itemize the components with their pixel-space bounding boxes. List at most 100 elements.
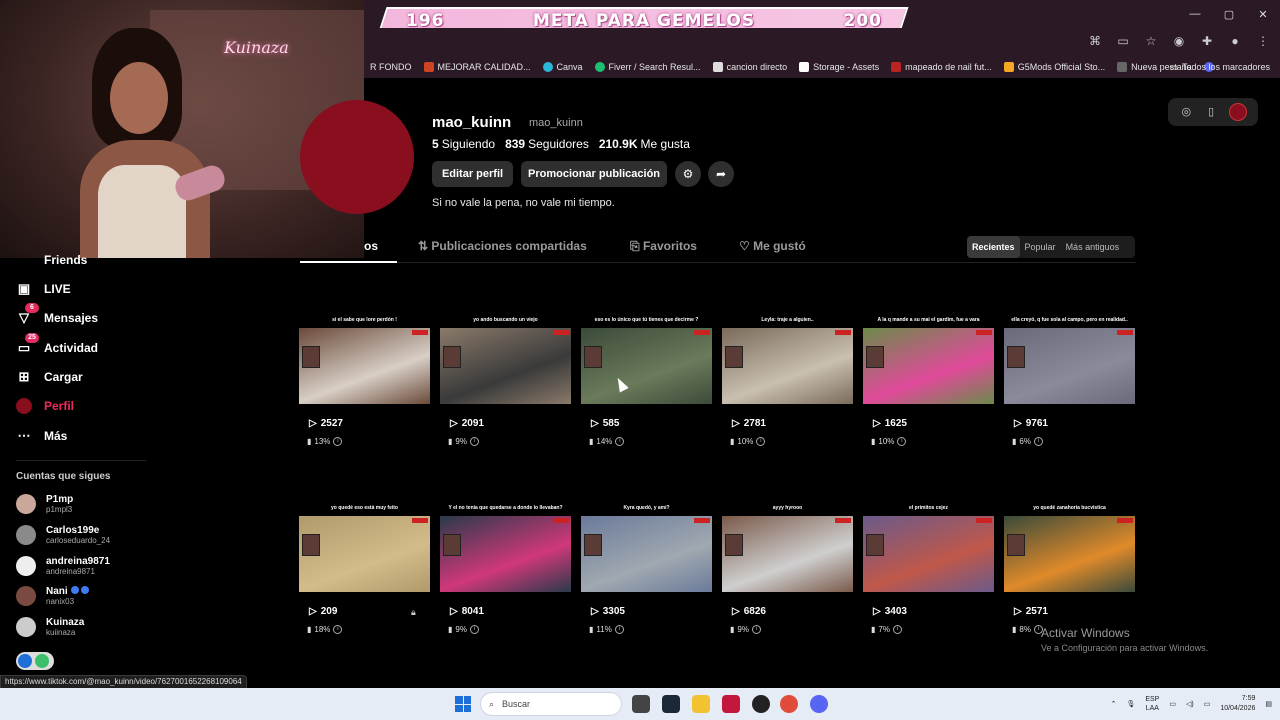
following-stat[interactable]: 5 Siguiendo [432, 137, 495, 151]
video-thumbnail[interactable] [299, 516, 430, 592]
video-thumbnail[interactable] [299, 328, 430, 404]
account-avatar[interactable] [1228, 103, 1247, 121]
sidebar-item-profile[interactable]: Perfil [16, 398, 74, 414]
app-icon[interactable] [752, 695, 770, 713]
video-card[interactable]: ▷ 2571 ▮ 8% i [1004, 516, 1135, 634]
edit-profile-button[interactable]: Editar perfil [432, 161, 513, 187]
video-thumbnail[interactable] [581, 516, 712, 592]
info-icon[interactable]: i [892, 625, 902, 634]
sidebar-item-upload[interactable]: ⊞ Cargar [16, 369, 83, 385]
bookmark-item[interactable]: R FONDO [364, 62, 418, 72]
video-card[interactable]: ▷ 2527 ▮ 13% i [299, 328, 430, 446]
following-account[interactable]: andreina9871 andreina9871 [16, 556, 110, 576]
chevron-up-icon[interactable]: ⌃ [1111, 700, 1117, 708]
tab-videos[interactable]: os [364, 239, 378, 253]
windows-start-icon[interactable] [455, 696, 471, 712]
clock[interactable]: 7:59 10/04/2026 [1220, 694, 1255, 714]
following-account[interactable]: Nani nanix03 [16, 586, 89, 606]
extension-icon[interactable]: ◉ [1172, 34, 1186, 48]
task-view-icon[interactable] [632, 695, 650, 713]
video-thumbnail[interactable] [440, 516, 571, 592]
info-icon[interactable]: i [469, 625, 479, 634]
minimize-button[interactable]: — [1178, 0, 1212, 28]
bookmark-item[interactable]: Fiverr / Search Resul... [589, 62, 707, 72]
tab-liked[interactable]: ♡ Me gustó [739, 239, 806, 253]
info-icon[interactable]: i [614, 625, 624, 634]
cast-icon[interactable]: ▭ [1116, 34, 1130, 48]
discord-icon[interactable] [810, 695, 828, 713]
language-indicator[interactable]: ESP LAA [1145, 695, 1159, 713]
following-account[interactable]: Kuinaza kuiinaza [16, 617, 84, 637]
settings-icon[interactable]: ⚙ [675, 161, 701, 187]
sidebar-item-live[interactable]: ▣ LIVE [16, 281, 71, 297]
compass-icon[interactable]: ◎ [1179, 105, 1193, 119]
info-icon[interactable]: i [615, 437, 625, 446]
info-icon[interactable]: i [751, 625, 761, 634]
video-thumbnail[interactable] [722, 328, 853, 404]
bookmark-item[interactable]: MEJORAR CALIDAD... [418, 62, 537, 72]
info-icon[interactable]: i [333, 437, 343, 446]
video-card[interactable]: ▷ 1625 ▮ 10% i [863, 328, 994, 446]
sort-recent[interactable]: Recientes [967, 236, 1020, 258]
following-account[interactable]: Carlos199e carloseduardo_24 [16, 525, 110, 545]
video-thumbnail[interactable] [440, 328, 571, 404]
file-explorer-icon[interactable] [692, 695, 710, 713]
bookmark-item[interactable]: cancion directo [707, 62, 794, 72]
profile-icon[interactable]: ● [1228, 34, 1242, 48]
sidebar-item-messages[interactable]: ▽ 6 Mensajes [16, 303, 98, 326]
bookmark-item[interactable]: Canva [537, 62, 589, 72]
chrome-icon[interactable] [780, 695, 798, 713]
phone-icon[interactable]: ▯ [1204, 105, 1218, 119]
sort-popular[interactable]: Popular [1020, 236, 1061, 258]
mic-icon[interactable]: 🎙 [1126, 700, 1135, 708]
translate-icon[interactable]: ⌘ [1088, 34, 1102, 48]
all-bookmarks[interactable]: ▭ Todos los marcadores [1169, 56, 1270, 78]
info-icon[interactable]: i [897, 437, 907, 446]
menu-icon[interactable]: ⋮ [1256, 34, 1270, 48]
tab-favorites[interactable]: ⎘ Favoritos [630, 239, 697, 254]
video-thumbnail[interactable] [581, 328, 712, 404]
video-thumbnail[interactable] [863, 328, 994, 404]
notification-icon[interactable]: ▤ [1265, 700, 1272, 708]
bookmark-item[interactable]: G5Mods Official Sto... [998, 62, 1111, 72]
promote-post-button[interactable]: Promocionar publicación [521, 161, 667, 187]
video-card[interactable]: ▷ 2781 ▮ 10% i [722, 328, 853, 446]
star-icon[interactable]: ☆ [1144, 34, 1158, 48]
sidebar-item-more[interactable]: ⋯ Más [16, 428, 68, 444]
bookmark-item[interactable]: mapeado de nail fut... [885, 62, 998, 72]
app-toggle[interactable] [16, 652, 54, 670]
sort-oldest[interactable]: Más antiguos [1061, 236, 1125, 258]
share-icon[interactable]: ➦ [708, 161, 734, 187]
info-icon[interactable]: i [756, 437, 766, 446]
followers-stat[interactable]: 839 Seguidores [505, 137, 589, 151]
video-card[interactable]: ▷ 3305 ▮ 11% i [581, 516, 712, 634]
maximize-button[interactable]: ▢ [1212, 0, 1246, 28]
video-card[interactable]: ▷ 585 ▮ 14% i [581, 328, 712, 446]
adobe-icon[interactable] [722, 695, 740, 713]
tab-reposts[interactable]: ⇅ Publicaciones compartidas [418, 239, 587, 253]
battery-icon[interactable]: ▭ [1204, 700, 1211, 708]
video-card[interactable]: ▷ 3403 ▮ 7% i [863, 516, 994, 634]
video-card[interactable]: ▷ 6826 ▮ 9% i [722, 516, 853, 634]
video-thumbnail[interactable] [863, 516, 994, 592]
following-account[interactable]: P1mp p1mpl3 [16, 494, 73, 514]
video-thumbnail[interactable] [1004, 328, 1135, 404]
sidebar-item-friends[interactable]: Friends [16, 252, 87, 268]
info-icon[interactable]: i [333, 625, 343, 634]
puzzle-icon[interactable]: ✚ [1200, 34, 1214, 48]
video-thumbnail[interactable] [1004, 516, 1135, 592]
profile-avatar[interactable] [300, 100, 414, 214]
taskbar-search[interactable]: ⌕ Buscar [480, 692, 622, 716]
bookmark-item[interactable]: Storage - Assets [793, 62, 885, 72]
steam-icon[interactable] [662, 695, 680, 713]
sidebar-item-activity[interactable]: ▭ 25 Actividad [16, 333, 98, 356]
video-card[interactable]: ▷ 209 ▮ 18% i 🔒︎ [299, 516, 430, 634]
info-icon[interactable]: i [1033, 437, 1043, 446]
volume-icon[interactable]: ◁) [1186, 700, 1194, 708]
close-button[interactable]: ✕ [1246, 0, 1280, 28]
video-thumbnail[interactable] [722, 516, 853, 592]
info-icon[interactable]: i [469, 437, 479, 446]
video-card[interactable]: ▷ 9761 ▮ 6% i [1004, 328, 1135, 446]
video-card[interactable]: ▷ 8041 ▮ 9% i [440, 516, 571, 634]
video-card[interactable]: ▷ 2091 ▮ 9% i [440, 328, 571, 446]
